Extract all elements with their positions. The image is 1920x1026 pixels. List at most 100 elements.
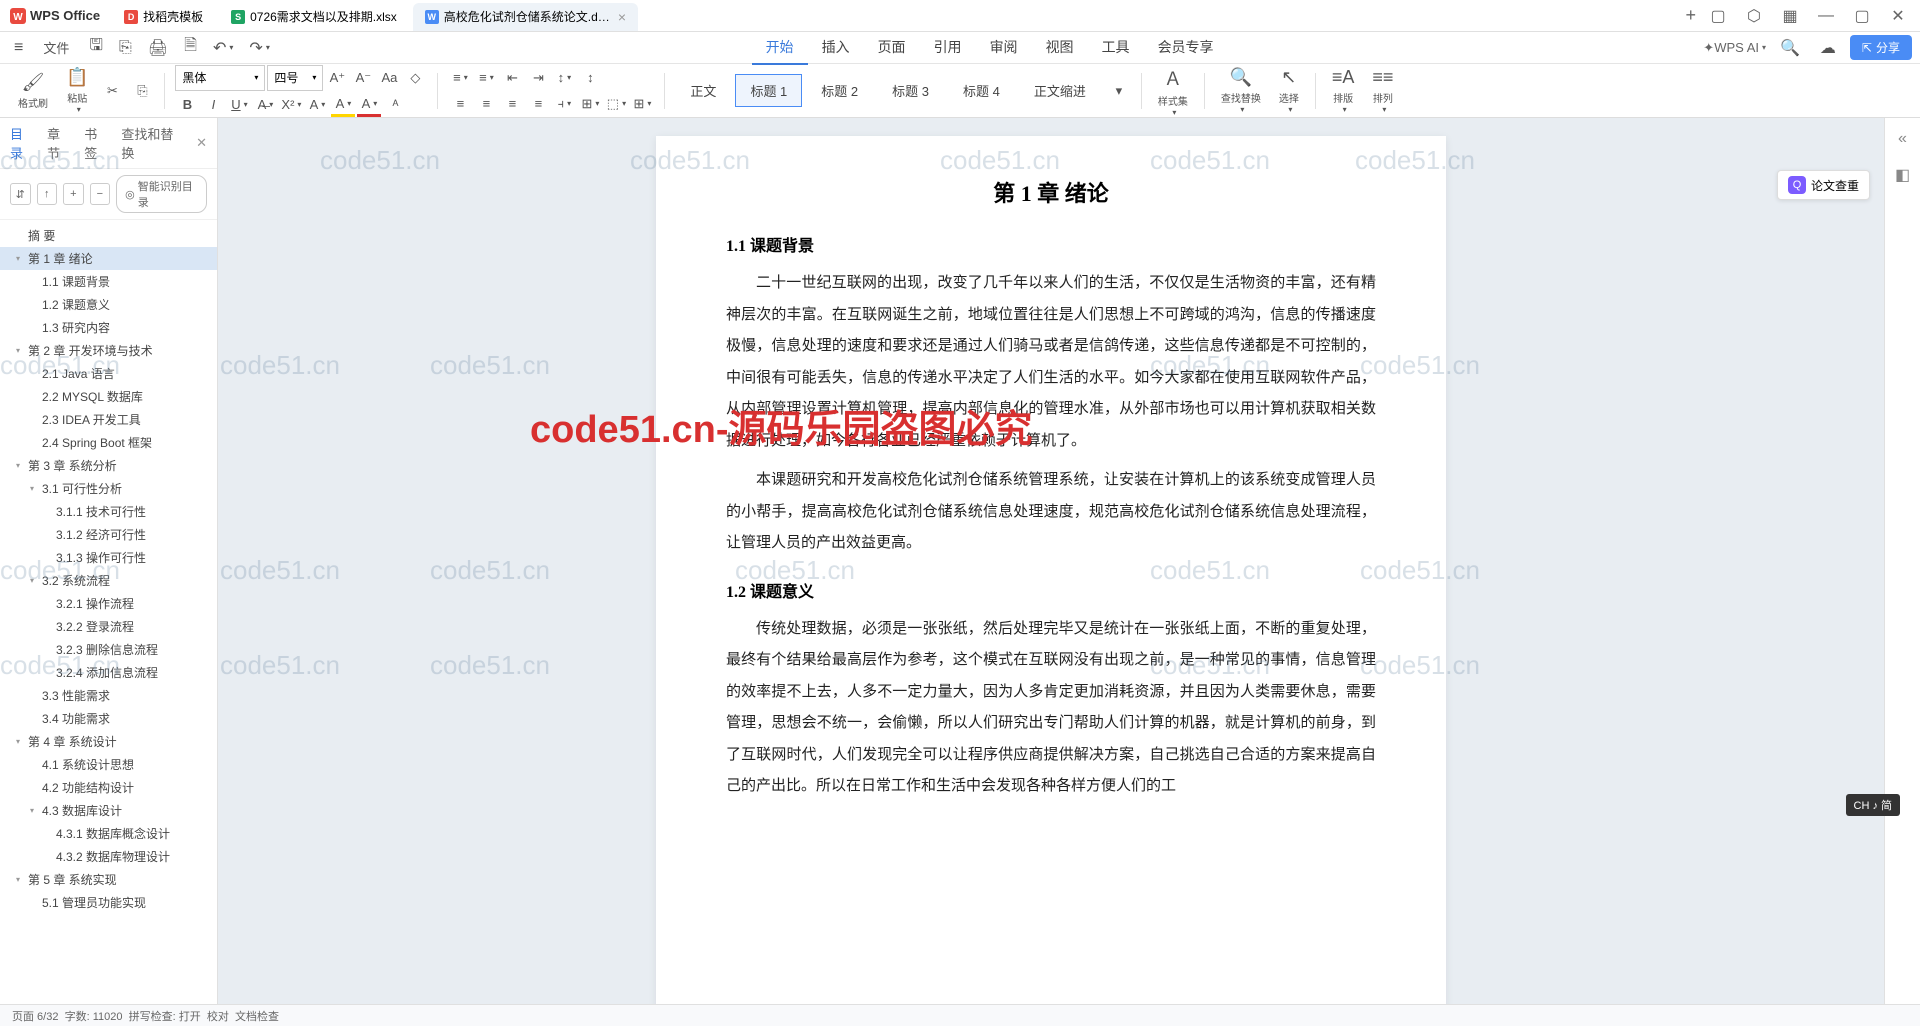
change-case-icon[interactable]: Aa [377, 66, 401, 90]
outline-item[interactable]: 第 3 章 系统分析 [0, 454, 217, 477]
outline-item[interactable]: 摘 要 [0, 224, 217, 247]
outline-item[interactable]: 3.2.2 登录流程 [0, 615, 217, 638]
align-right-icon[interactable]: ≡ [500, 92, 524, 116]
smart-toc-button[interactable]: ◎ 智能识别目录 [116, 175, 207, 213]
sidebar-tab-bookmarks[interactable]: 书签 [84, 124, 109, 162]
outline-up-button[interactable]: ↑ [37, 183, 58, 205]
outline-item[interactable]: 1.3 研究内容 [0, 316, 217, 339]
apps-icon[interactable]: ▦ [1776, 2, 1804, 30]
close-button[interactable]: ✕ [1884, 2, 1912, 30]
redo-button[interactable]: ↷▾ [243, 34, 275, 62]
share-button[interactable]: ⇱ 分享 [1850, 35, 1912, 60]
outline-item[interactable]: 3.2.1 操作流程 [0, 592, 217, 615]
cloud-icon[interactable]: ☁ [1814, 34, 1842, 62]
outline-item[interactable]: 第 1 章 绪论 [0, 247, 217, 270]
outline-item[interactable]: 4.3 数据库设计 [0, 799, 217, 822]
export-icon[interactable]: ⎘ [113, 35, 138, 61]
outline-item[interactable]: 4.1 系统设计思想 [0, 753, 217, 776]
more-styles-icon[interactable]: ▾ [1107, 79, 1131, 103]
package-icon[interactable]: ⬡ [1740, 2, 1768, 30]
highlight-icon[interactable]: A▾ [331, 93, 355, 117]
outline-item[interactable]: 4.3.2 数据库物理设计 [0, 845, 217, 868]
search-icon[interactable]: 🔍 [1774, 34, 1806, 62]
paste-button[interactable]: 📋粘贴▾ [60, 65, 94, 116]
ribbon-tab[interactable]: 开始 [752, 31, 808, 65]
font-size-select[interactable]: 四号▾ [267, 65, 323, 91]
outline-item[interactable]: 3.4 功能需求 [0, 707, 217, 730]
sidebar-tab-toc[interactable]: 目录 [10, 124, 35, 162]
outline-item[interactable]: 3.2.4 添加信息流程 [0, 661, 217, 684]
text-effects-icon[interactable]: A▾ [305, 93, 329, 117]
font-name-select[interactable]: 黑体▾ [175, 65, 265, 91]
line-spacing-icon[interactable]: ↕▾ [552, 66, 576, 90]
heading-style-button[interactable]: 正文 [675, 74, 731, 107]
tab-close-icon[interactable]: × [618, 9, 626, 25]
outline-item[interactable]: 5.1 管理员功能实现 [0, 891, 217, 914]
outline-remove-button[interactable]: − [90, 183, 111, 205]
decrease-indent-icon[interactable]: ⇤ [500, 66, 524, 90]
document-area[interactable]: 第 1 章 绪论 1.1 课题背景 二十一世纪互联网的出现，改变了几千年以来人们… [218, 118, 1884, 1004]
rail-tool-icon[interactable]: ◧ [1890, 162, 1916, 188]
italic-icon[interactable]: I [201, 93, 225, 117]
heading-style-button[interactable]: 标题 3 [877, 74, 944, 107]
print-icon[interactable]: 🖨 [142, 34, 174, 62]
heading-style-button[interactable]: 标题 4 [948, 74, 1015, 107]
ribbon-tab[interactable]: 视图 [1032, 31, 1088, 65]
outline-item[interactable]: 2.4 Spring Boot 框架 [0, 431, 217, 454]
maximize-button[interactable]: ▢ [1848, 2, 1876, 30]
align-left-icon[interactable]: ≡ [448, 92, 472, 116]
outline-item[interactable]: 2.1 Java 语言 [0, 362, 217, 385]
layout-icon[interactable]: ▢ [1704, 2, 1732, 30]
paper-check-button[interactable]: Q 论文查重 [1777, 170, 1870, 200]
outline-item[interactable]: 第 5 章 系统实现 [0, 868, 217, 891]
undo-button[interactable]: ↶▾ [207, 34, 239, 62]
align-center-icon[interactable]: ≡ [474, 92, 498, 116]
ribbon-tab[interactable]: 会员专享 [1144, 31, 1228, 65]
file-menu[interactable]: 文件 [33, 34, 79, 61]
outline-item[interactable]: 3.3 性能需求 [0, 684, 217, 707]
sidebar-close-icon[interactable]: ✕ [196, 135, 207, 151]
increase-font-icon[interactable]: A⁺ [325, 66, 349, 90]
outline-item[interactable]: 3.2.3 删除信息流程 [0, 638, 217, 661]
strikethrough-icon[interactable]: A̶▾ [253, 93, 277, 117]
outline-item[interactable]: 1.2 课题意义 [0, 293, 217, 316]
outline-item[interactable]: 第 4 章 系统设计 [0, 730, 217, 753]
outline-item[interactable]: 3.2 系统流程 [0, 569, 217, 592]
print-preview-icon[interactable]: 🗎 [178, 30, 203, 65]
wps-ai-button[interactable]: ✦ WPS AI ▾ [1703, 40, 1766, 56]
document-tab[interactable]: D找稻壳模板 [112, 3, 215, 31]
increase-indent-icon[interactable]: ⇥ [526, 66, 550, 90]
font-color-icon[interactable]: A▾ [357, 93, 381, 117]
status-words[interactable]: 字数: 11020 [65, 1008, 123, 1024]
outline-item[interactable]: 1.1 课题背景 [0, 270, 217, 293]
minimize-button[interactable]: — [1812, 2, 1840, 30]
select-button[interactable]: ↖选择▾ [1273, 65, 1305, 116]
document-tab[interactable]: S0726需求文档以及排期.xlsx [219, 3, 409, 31]
ribbon-tab[interactable]: 页面 [864, 31, 920, 65]
sort-icon[interactable]: ↕ [578, 66, 602, 90]
format-painter-button[interactable]: 🖌格式刷 [12, 70, 54, 112]
outline-add-button[interactable]: + [63, 183, 84, 205]
status-proof[interactable]: 校对 [207, 1008, 229, 1024]
outline-item[interactable]: 3.1 可行性分析 [0, 477, 217, 500]
layout-button[interactable]: ≡A排版▾ [1326, 65, 1361, 116]
heading-style-button[interactable]: 标题 2 [806, 74, 873, 107]
borders-icon[interactable]: ⊞▾ [630, 92, 654, 116]
style-set-button[interactable]: Ａ样式集▾ [1152, 63, 1194, 119]
distribute-icon[interactable]: ⫞▾ [552, 92, 576, 116]
phonetic-icon[interactable]: ᴬ [383, 93, 407, 117]
ribbon-tab[interactable]: 工具 [1088, 31, 1144, 65]
align-justify-icon[interactable]: ≡ [526, 92, 550, 116]
new-tab-button[interactable]: + [1677, 5, 1704, 26]
bold-icon[interactable]: B [175, 93, 199, 117]
document-tab[interactable]: W高校危化试剂仓储系统论文.d…× [413, 3, 638, 31]
arrange-button[interactable]: ≡≡排列▾ [1366, 65, 1399, 116]
bullets-icon[interactable]: ≡▾ [448, 66, 472, 90]
outline-item[interactable]: 3.1.1 技术可行性 [0, 500, 217, 523]
decrease-font-icon[interactable]: A⁻ [351, 66, 375, 90]
hamburger-icon[interactable]: ≡ [8, 35, 29, 61]
heading-style-button[interactable]: 正文缩进 [1019, 74, 1101, 107]
underline-icon[interactable]: U▾ [227, 93, 251, 117]
outline-item[interactable]: 4.2 功能结构设计 [0, 776, 217, 799]
outline-item[interactable]: 第 2 章 开发环境与技术 [0, 339, 217, 362]
